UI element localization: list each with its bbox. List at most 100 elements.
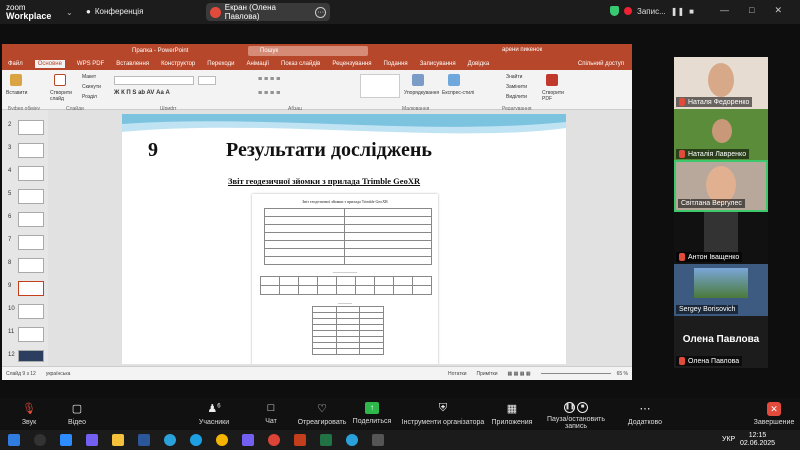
paragraph-controls[interactable]: ≡ ≡ ≡ ≡ bbox=[258, 76, 280, 83]
stop-icon[interactable]: ■ bbox=[689, 7, 694, 16]
participant-tile[interactable]: Наталія Лавренко bbox=[674, 109, 768, 161]
find-button[interactable]: Знайти bbox=[506, 74, 522, 80]
host-tools-button[interactable]: ⛨ Інструменти організатора bbox=[400, 398, 486, 426]
end-meeting-button[interactable]: ✕ Завершение bbox=[752, 398, 796, 426]
share-screen-button[interactable]: ↑ Поделиться bbox=[350, 398, 394, 425]
pause-record-button[interactable]: ❚❚ ■ Пауза/остановить запись bbox=[536, 398, 616, 430]
language-indicator[interactable]: УКР bbox=[722, 436, 735, 443]
slide-thumbnail-12[interactable] bbox=[18, 350, 44, 362]
section-button[interactable]: Розділ bbox=[82, 94, 97, 100]
slide-thumbnail-7[interactable] bbox=[18, 235, 44, 250]
font-size-input[interactable] bbox=[198, 76, 216, 85]
slide-thumbnail-5[interactable] bbox=[18, 189, 44, 204]
paste-icon[interactable] bbox=[10, 74, 22, 86]
conference-menu[interactable]: ● Конференція bbox=[86, 7, 143, 16]
zoom-level: 65 % bbox=[616, 370, 628, 377]
font-format-row[interactable]: Ж К П S ab AV Аа A bbox=[114, 90, 170, 96]
express-styles-icon[interactable] bbox=[448, 74, 460, 86]
tab-home[interactable]: Основне bbox=[34, 60, 65, 68]
zoom-slider[interactable] bbox=[540, 373, 611, 374]
participant-tile[interactable]: Sergey Borisovich bbox=[674, 264, 768, 316]
tab-file[interactable]: Файл bbox=[8, 61, 23, 67]
more-options-icon[interactable]: ··· bbox=[315, 6, 326, 18]
tab-review[interactable]: Рецензування bbox=[332, 61, 371, 67]
minimize-icon[interactable]: — bbox=[720, 5, 729, 16]
pause-record-label: Пауза/остановить запись bbox=[546, 416, 606, 430]
close-icon[interactable]: ✕ bbox=[774, 5, 782, 16]
telegram-icon[interactable] bbox=[164, 434, 176, 446]
participant-tile[interactable]: Антон Іващенко bbox=[674, 212, 768, 264]
chat-button[interactable]: □ Чат bbox=[258, 398, 284, 425]
word-icon[interactable] bbox=[138, 434, 150, 446]
participant-tile[interactable]: Наталя Федоренко bbox=[674, 57, 768, 109]
layout-button[interactable]: Макет bbox=[82, 74, 96, 80]
tab-insert[interactable]: Вставлення bbox=[116, 61, 149, 67]
windows-start-icon[interactable] bbox=[8, 434, 20, 446]
notes-button[interactable]: Нотатки bbox=[448, 371, 466, 377]
chrome-icon[interactable] bbox=[216, 434, 228, 446]
screen-share-pill[interactable]: Екран (Олена Павлова) ··· bbox=[206, 3, 330, 21]
search-input[interactable]: Пошук bbox=[248, 46, 368, 56]
share-button[interactable]: Спільний доступ bbox=[578, 61, 624, 67]
recording-status[interactable]: Запис... ❚❚ ■ bbox=[610, 6, 694, 16]
select-button[interactable]: Виділити bbox=[506, 94, 527, 100]
create-pdf-button[interactable]: Створити PDF bbox=[542, 90, 564, 102]
current-slide[interactable]: 9 Результати досліджень Звіт геодезичної… bbox=[122, 114, 566, 364]
new-slide-icon[interactable] bbox=[54, 74, 66, 86]
participant-name: Антон Іващенко bbox=[676, 252, 743, 262]
express-styles-button[interactable]: Експрес-стилі bbox=[442, 90, 474, 96]
tab-view[interactable]: Подання bbox=[383, 61, 407, 67]
paragraph-align[interactable]: ≡ ≡ ≡ ≡ bbox=[258, 90, 280, 97]
tab-design[interactable]: Конструктор bbox=[161, 61, 195, 67]
slide-thumbnail-3[interactable] bbox=[18, 143, 44, 158]
tab-animations[interactable]: Анімації bbox=[246, 61, 269, 67]
slide-thumbnail-8[interactable] bbox=[18, 258, 44, 273]
search-icon[interactable] bbox=[34, 434, 46, 446]
tab-record[interactable]: Записування bbox=[420, 61, 456, 67]
arrange-button[interactable]: Упорядкування bbox=[404, 90, 439, 96]
slide-thumbnail-2[interactable] bbox=[18, 120, 44, 135]
clock[interactable]: 12:15 02.06.2025 bbox=[740, 432, 775, 448]
apps-button[interactable]: ▦ Приложения bbox=[490, 398, 534, 426]
font-name-input[interactable] bbox=[114, 76, 194, 85]
mute-button[interactable]: 🎙 Звук bbox=[14, 398, 44, 426]
maximize-icon[interactable]: □ bbox=[749, 5, 754, 16]
powerpoint-icon[interactable] bbox=[294, 434, 306, 446]
pause-icon[interactable]: ❚❚ bbox=[671, 7, 684, 16]
tab-transitions[interactable]: Переходи bbox=[207, 61, 234, 67]
reset-button[interactable]: Скинути bbox=[82, 84, 101, 90]
participant-tile[interactable]: Олена Павлова Олена Павлова bbox=[674, 316, 768, 368]
shapes-gallery-icon[interactable] bbox=[360, 74, 400, 98]
chevron-down-icon[interactable]: ⌄ bbox=[66, 8, 73, 17]
thumb-number: 5 bbox=[8, 191, 12, 197]
new-slide-button[interactable]: Створити слайд bbox=[50, 90, 72, 102]
excel-icon[interactable] bbox=[320, 434, 332, 446]
viber-icon[interactable] bbox=[242, 434, 254, 446]
slide-thumbnail-4[interactable] bbox=[18, 166, 44, 181]
slide-thumbnail-11[interactable] bbox=[18, 327, 44, 342]
edge-icon[interactable] bbox=[190, 434, 202, 446]
tab-wps-pdf[interactable]: WPS PDF bbox=[77, 61, 104, 67]
slide-thumbnail-10[interactable] bbox=[18, 304, 44, 319]
react-button[interactable]: ♡ Отреагировать bbox=[296, 398, 348, 426]
more-button[interactable]: ⋯ Додатково bbox=[620, 398, 670, 426]
view-buttons[interactable]: ▦ ▦ ▦ ▦ bbox=[508, 371, 531, 377]
replace-button[interactable]: Замінити bbox=[506, 84, 527, 90]
video-button[interactable]: ▢ Відео bbox=[60, 398, 94, 426]
slide-thumbnail-6[interactable] bbox=[18, 212, 44, 227]
participants-button[interactable]: ♟6 Учасники bbox=[192, 398, 236, 426]
participant-tile-active[interactable]: Світлана Вергулес bbox=[674, 160, 768, 212]
comments-button[interactable]: Примітки bbox=[477, 371, 498, 377]
folder-icon[interactable] bbox=[112, 434, 124, 446]
viber-icon[interactable] bbox=[86, 434, 98, 446]
telegram-icon[interactable] bbox=[346, 434, 358, 446]
tab-slideshow[interactable]: Показ слайдів bbox=[281, 61, 320, 67]
chrome-icon[interactable] bbox=[268, 434, 280, 446]
paste-button[interactable]: Вставити bbox=[6, 90, 27, 96]
arrange-icon[interactable] bbox=[412, 74, 424, 86]
pdf-icon[interactable] bbox=[546, 74, 558, 86]
tab-help[interactable]: Довідка bbox=[468, 61, 490, 67]
zoom-app-icon[interactable] bbox=[60, 434, 72, 446]
app-icon[interactable] bbox=[372, 434, 384, 446]
slide-thumbnail-9[interactable] bbox=[18, 281, 44, 296]
